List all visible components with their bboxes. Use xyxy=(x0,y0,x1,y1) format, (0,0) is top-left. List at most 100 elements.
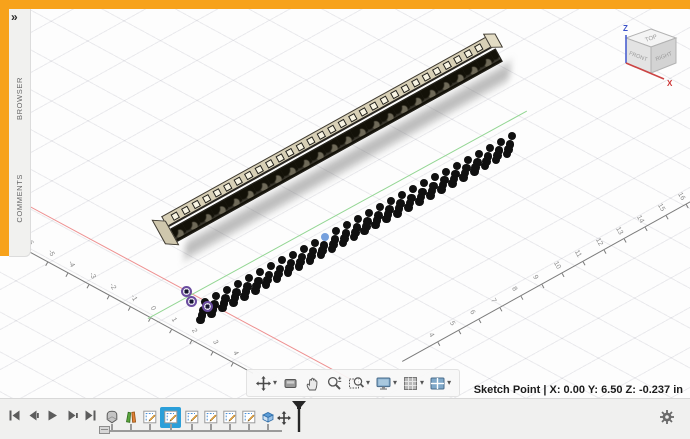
beam-slot-hole xyxy=(264,159,274,169)
sidebar-item-browser[interactable]: BROWSER xyxy=(9,77,30,147)
x-axis-label: X xyxy=(667,79,673,88)
sketch-point-constrained[interactable] xyxy=(181,286,192,297)
sketch-point[interactable] xyxy=(475,150,483,158)
sketch-point[interactable] xyxy=(212,292,220,300)
timeline-feature-sketch[interactable] xyxy=(221,409,238,426)
z-axis-label: Z xyxy=(623,24,628,33)
sketch-point[interactable] xyxy=(497,138,505,146)
status-readout: Sketch Point | X: 0.00 Y: 6.50 Z: -0.237… xyxy=(474,384,683,396)
nav-look-at-button[interactable] xyxy=(281,374,300,393)
beam-slot-hole xyxy=(191,199,201,209)
timeline-range-slider[interactable] xyxy=(99,426,110,434)
sketch-point[interactable] xyxy=(415,197,424,206)
nav-fit-button[interactable]: ▾ xyxy=(347,374,371,393)
sketch-point[interactable] xyxy=(223,286,231,294)
sketch-point[interactable] xyxy=(404,203,413,212)
sketch-point[interactable] xyxy=(234,280,242,288)
beam-slot-hole xyxy=(233,176,243,186)
grid-and-snaps-icon xyxy=(402,375,419,392)
sketch-point-constrained[interactable] xyxy=(186,296,197,307)
sketch-point[interactable] xyxy=(453,162,461,170)
nav-display-settings-button[interactable]: ▾ xyxy=(374,374,398,393)
sketch-point[interactable] xyxy=(196,316,205,325)
beam-slot-hole xyxy=(411,78,421,88)
sketch-point[interactable] xyxy=(251,286,260,295)
sketch-point[interactable] xyxy=(240,292,249,301)
sketch-point[interactable] xyxy=(311,239,319,247)
timeline-feature-sketch[interactable] xyxy=(240,409,257,426)
viewports-icon xyxy=(429,375,446,392)
timeline-feature-sketch[interactable] xyxy=(202,409,219,426)
move-marker-icon[interactable] xyxy=(277,411,291,430)
sketch-point[interactable] xyxy=(464,156,472,164)
sketch-point[interactable] xyxy=(442,168,450,176)
sketch-point[interactable] xyxy=(289,251,297,259)
sketch-point[interactable] xyxy=(262,280,271,289)
beam-slot-hole xyxy=(400,83,410,93)
view-cube[interactable]: TOP FRONT RIGHT Z X xyxy=(612,19,690,91)
beam-slot-hole xyxy=(306,136,316,146)
sketch-point[interactable] xyxy=(218,304,227,313)
beam-slot-hole xyxy=(170,211,180,221)
sketch-point[interactable] xyxy=(426,191,435,200)
timeline-step-back-button[interactable] xyxy=(27,409,40,427)
beam-slot-hole xyxy=(285,147,295,157)
timeline-step-forward-button[interactable] xyxy=(65,409,78,427)
beam-slot-hole xyxy=(358,107,368,117)
beam-slot-hole xyxy=(453,55,463,65)
sketch-point[interactable] xyxy=(470,167,479,176)
zoom-icon xyxy=(326,375,343,392)
sketch-point[interactable] xyxy=(229,298,238,307)
fit-icon xyxy=(348,375,365,392)
beam-slot-hole xyxy=(338,118,348,128)
timeline-feature-extrude[interactable] xyxy=(259,409,276,426)
timeline-bar xyxy=(0,398,690,439)
chevron-down-icon: ▾ xyxy=(273,379,277,387)
sketch-point[interactable] xyxy=(393,209,402,218)
beam-slot-hole xyxy=(390,89,400,99)
beam-slot-hole xyxy=(348,112,358,122)
timeline-feature-form[interactable] xyxy=(103,409,120,426)
left-panel-tabs: » BROWSER COMMENTS xyxy=(0,9,30,256)
chevron-down-icon: ▾ xyxy=(420,379,424,387)
timeline-go-to-start-button[interactable] xyxy=(8,409,21,427)
timeline-settings-gear-icon[interactable] xyxy=(659,409,675,430)
expand-panel-icon[interactable]: » xyxy=(11,10,18,24)
sketch-grid-lines-x xyxy=(0,9,690,399)
look-at-icon xyxy=(282,375,299,392)
nav-viewports-button[interactable]: ▾ xyxy=(428,374,452,393)
beam-slot-hole xyxy=(317,130,327,140)
beam-slot-hole xyxy=(327,124,337,134)
browser-tab-label: BROWSER xyxy=(15,77,24,120)
timeline-track[interactable] xyxy=(103,430,282,432)
beam-slot-hole xyxy=(243,170,253,180)
nav-orbit-button[interactable]: ▾ xyxy=(254,374,278,393)
sketch-point[interactable] xyxy=(459,173,468,182)
sketch-point[interactable] xyxy=(437,185,446,194)
sketch-point[interactable] xyxy=(300,245,308,253)
fusion-window: -6-5-4-3-2-101234 45678910111213141516 T… xyxy=(0,0,690,439)
orbit-icon xyxy=(255,375,272,392)
nav-zoom-button[interactable] xyxy=(325,374,344,393)
timeline-feature-sketch[interactable] xyxy=(141,409,158,426)
top-accent-bar xyxy=(0,0,690,9)
display-settings-icon xyxy=(375,375,392,392)
sketch-point[interactable] xyxy=(508,132,516,140)
timeline-playback-controls xyxy=(8,409,97,427)
sketch-point[interactable] xyxy=(448,179,457,188)
chevron-down-icon: ▾ xyxy=(393,379,397,387)
sketch-point[interactable] xyxy=(486,144,494,152)
nav-grid-and-snaps-button[interactable]: ▾ xyxy=(401,374,425,393)
timeline-feature-sketch[interactable] xyxy=(183,409,200,426)
viewport-canvas[interactable]: -6-5-4-3-2-101234 45678910111213141516 T… xyxy=(0,9,690,399)
chevron-down-icon: ▾ xyxy=(447,379,451,387)
beam-slot-hole xyxy=(442,60,452,70)
nav-pan-button[interactable] xyxy=(303,374,322,393)
sketch-point-constrained[interactable] xyxy=(202,301,213,312)
timeline-feature-derive[interactable] xyxy=(122,409,139,426)
timeline-position-marker[interactable] xyxy=(291,401,307,433)
timeline-go-to-end-button[interactable] xyxy=(84,409,97,427)
sidebar-item-comments[interactable]: COMMENTS xyxy=(9,174,30,246)
timeline-play-button[interactable] xyxy=(46,409,59,427)
beam-slot-hole xyxy=(275,153,285,163)
